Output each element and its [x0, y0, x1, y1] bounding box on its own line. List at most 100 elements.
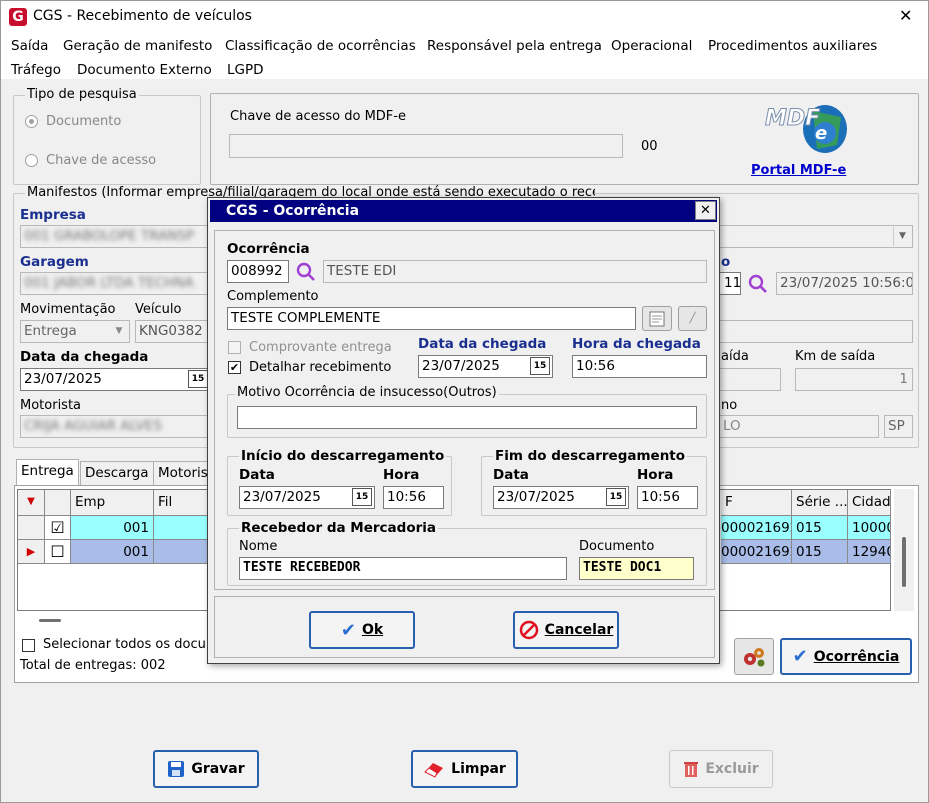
table-row-check[interactable]: ☐: [45, 540, 71, 564]
grid-header-indicator[interactable]: ▼: [18, 490, 45, 516]
menu-saida[interactable]: Saída: [11, 38, 48, 54]
menu-bar: Saída Geração de manifesto Classificação…: [1, 33, 928, 79]
empresa-dropdown-icon[interactable]: ▼: [893, 227, 911, 246]
detalhar-label: Detalhar recebimento: [249, 360, 392, 375]
grid-scroll-thumb[interactable]: [902, 537, 906, 587]
veiculo-desc-input: [719, 320, 913, 343]
cancel-button[interactable]: Cancelar: [513, 611, 619, 649]
dialog-close-button[interactable]: ✕: [695, 201, 716, 220]
ocorrencia-desc-input: TESTE EDI: [323, 260, 707, 283]
table-row-serie: 015: [792, 540, 848, 564]
garagem-label: Garagem: [20, 254, 89, 270]
movimentacao-dropdown-icon[interactable]: ▼: [110, 322, 128, 341]
destino-input: LO: [719, 415, 879, 438]
grid-vertical-scrollbar[interactable]: [894, 489, 914, 611]
check-icon: ✔: [340, 619, 356, 641]
tab-entrega[interactable]: Entrega: [16, 459, 79, 486]
radio-access-key[interactable]: [25, 154, 38, 167]
table-row-indicator: [18, 516, 45, 540]
grid-header-emp[interactable]: Emp: [71, 490, 154, 516]
uf-input: SP: [884, 415, 913, 438]
app-logo-icon: G: [9, 8, 27, 26]
menu-classificacao-ocorrencias[interactable]: Classificação de ocorrências: [225, 38, 416, 54]
manifest-search-icon[interactable]: [748, 274, 768, 294]
fim-legend: Fim do descarregamento: [493, 448, 688, 464]
menu-lgpd[interactable]: LGPD: [227, 62, 264, 78]
complemento-edit-button[interactable]: ╱: [678, 306, 707, 331]
dialog-data-chegada-calendar-icon[interactable]: 15: [530, 357, 550, 375]
mdfe-portal-link[interactable]: Portal MDF-e: [751, 163, 846, 178]
occurrence-button[interactable]: ✔ Ocorrência: [780, 638, 912, 675]
menu-trafego[interactable]: Tráfego: [11, 62, 61, 78]
dialog-hora-chegada-input[interactable]: 10:56: [572, 355, 707, 378]
detalhar-checkbox[interactable]: ✔: [228, 361, 241, 374]
menu-operacional[interactable]: Operacional: [611, 38, 692, 54]
close-icon: ✕: [700, 203, 711, 218]
save-button[interactable]: Gravar: [153, 750, 259, 788]
complemento-input[interactable]: TESTE COMPLEMENTE: [227, 307, 636, 330]
select-all-checkbox[interactable]: [22, 639, 35, 652]
pencil-icon: ╱: [689, 313, 696, 324]
menu-procedimentos-auxiliares[interactable]: Procedimentos auxiliares: [708, 38, 877, 54]
radio-document-label: Documento: [46, 114, 122, 129]
mdfe-logo-icon: MDF e: [763, 97, 853, 157]
mdfe-key-input[interactable]: [229, 134, 623, 158]
motorista-value: CRIJA AGUIAR ALVES: [24, 418, 162, 434]
complemento-label: Complemento: [227, 289, 319, 304]
manifest-number-input[interactable]: 11: [719, 272, 741, 295]
garagem-input[interactable]: 001 JABOR LTDA TECHNA: [20, 272, 210, 295]
menu-documento-externo[interactable]: Documento Externo: [77, 62, 212, 78]
fim-hora-input[interactable]: 10:56: [637, 486, 698, 509]
row-checkbox[interactable]: ☐: [50, 542, 64, 561]
recebedor-legend: Recebedor da Mercadoria: [239, 520, 438, 536]
table-row-fil: [154, 540, 209, 564]
grid-horizontal-scroll-thumb[interactable]: [39, 619, 61, 622]
table-row-indicator: ▶: [18, 540, 45, 564]
fim-data-calendar-icon[interactable]: 15: [606, 488, 626, 506]
main-data-chegada-calendar-icon[interactable]: 15: [188, 370, 208, 388]
comprovante-checkbox[interactable]: [228, 341, 241, 354]
ok-button[interactable]: ✔ Ok: [309, 611, 415, 649]
complemento-notepad-button[interactable]: [642, 306, 672, 331]
menu-geracao-manifesto[interactable]: Geração de manifesto: [63, 38, 212, 54]
inicio-hora-label: Hora: [383, 467, 420, 483]
mdfe-key-label: Chave de acesso do MDF-e: [230, 109, 406, 124]
veiculo-input[interactable]: KNG0382: [135, 320, 210, 343]
main-data-chegada-label: Data da chegada: [20, 349, 149, 365]
cancel-icon: [519, 620, 538, 640]
motorista-input[interactable]: CRIJA AGUIAR ALVES: [20, 415, 210, 438]
garagem-value: 001 JABOR LTDA TECHNA: [24, 275, 194, 291]
destino-label: no: [721, 398, 738, 413]
motivo-input[interactable]: [237, 406, 697, 429]
table-row-serie: 015: [792, 516, 848, 540]
table-row-check[interactable]: ☑: [45, 516, 71, 540]
radio-access-key-label: Chave de acesso: [46, 153, 157, 168]
occurrence-button-label: Ocorrência: [813, 648, 900, 665]
radio-document[interactable]: [25, 115, 38, 128]
notepad-icon: [649, 311, 665, 326]
clear-button[interactable]: Limpar: [411, 750, 518, 788]
ocorrencia-search-icon[interactable]: [296, 262, 316, 282]
grid-header-nf[interactable]: F: [721, 490, 792, 516]
grid-header-serie[interactable]: Série ...: [792, 490, 848, 516]
grid-header-cidade[interactable]: Cidade: [848, 490, 891, 516]
inicio-hora-input[interactable]: 10:56: [383, 486, 444, 509]
search-type-legend: Tipo de pesquisa: [25, 87, 139, 102]
window-close-button[interactable]: ✕: [899, 6, 912, 25]
ocorrencia-code-input[interactable]: 008992: [227, 260, 289, 283]
inicio-data-calendar-icon[interactable]: 15: [352, 488, 372, 506]
nome-input[interactable]: TESTE RECEBEDOR: [239, 557, 567, 580]
tab-motorista[interactable]: Motorista: [153, 461, 209, 485]
tab-descarga[interactable]: Descarga: [80, 461, 154, 485]
menu-responsavel-entrega[interactable]: Responsável pela entrega: [427, 38, 602, 54]
dialog-title: CGS - Ocorrência: [226, 203, 360, 219]
settings-gears-button[interactable]: [734, 638, 774, 675]
row-checkbox[interactable]: ☑: [50, 518, 64, 537]
eraser-icon: [424, 763, 444, 778]
delete-button[interactable]: Excluir: [669, 750, 773, 788]
manifest-datetime: 23/07/2025 10:56:04: [776, 272, 913, 295]
fim-data-label: Data: [493, 467, 529, 483]
grid-header-fil[interactable]: Fil: [154, 490, 209, 516]
documento-input[interactable]: TESTE DOC1: [579, 557, 694, 580]
main-data-chegada-input[interactable]: 23/07/2025: [20, 368, 210, 391]
